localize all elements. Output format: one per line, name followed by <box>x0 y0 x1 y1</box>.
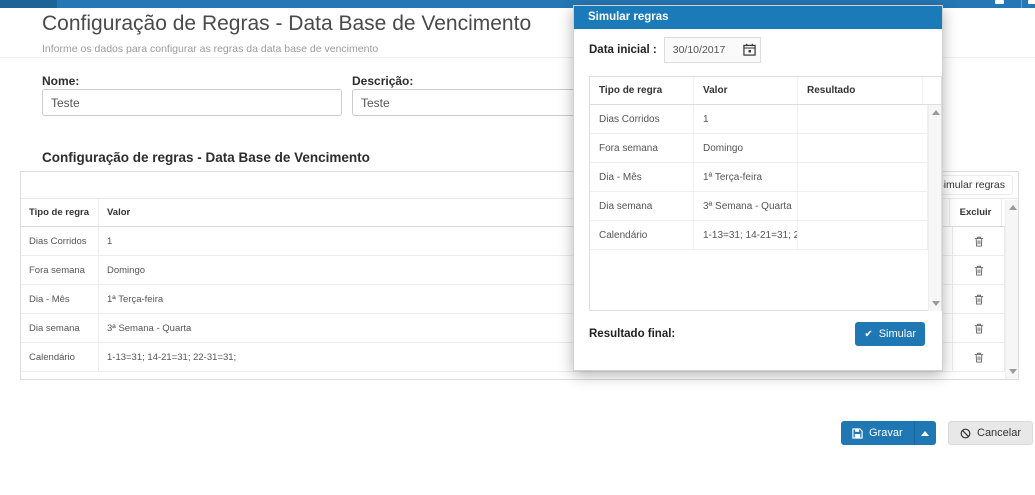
rule-value-cell: 1-13=31; 14-21=31; 22-... <box>694 221 798 249</box>
rule-type-cell: Dia semana <box>590 192 694 220</box>
rule-result-cell <box>798 105 928 133</box>
header-resultado: Resultado <box>798 77 923 104</box>
gravar-button-label: Gravar <box>869 427 903 439</box>
resultado-final-label: Resultado final: <box>589 328 675 340</box>
simular-button-label: Simular <box>879 328 916 340</box>
rule-type-cell: Calendário <box>590 221 694 249</box>
header-tipo-de-regra: Tipo de regra <box>21 199 99 226</box>
rule-type-cell: Dias Corridos <box>590 105 694 133</box>
header-tipo-de-regra: Tipo de regra <box>590 77 694 104</box>
date-field-row: Data inicial : <box>589 36 761 63</box>
navbar-user-icon[interactable] <box>995 0 1004 4</box>
simular-button[interactable]: ✔ Simular <box>855 322 925 346</box>
table-row: Dias Corridos 1 <box>590 105 928 134</box>
gravar-dropdown-toggle[interactable] <box>914 421 936 445</box>
simular-regras-modal: Simular regras Data inicial : Tipo de re… <box>573 5 943 371</box>
navbar-divider <box>1021 0 1022 8</box>
simulation-table-header: Tipo de regra Valor Resultado <box>590 77 941 105</box>
modal-table-scrollbar[interactable] <box>928 105 941 311</box>
page-title: Configuração de Regras - Data Base de Ve… <box>42 12 531 36</box>
rule-value-cell: 1 <box>694 105 798 133</box>
rule-type-cell: Fora semana <box>21 256 99 284</box>
trash-icon[interactable] <box>974 323 984 334</box>
rule-value-cell: Domingo <box>694 134 798 162</box>
table-row: Dia semana 3ª Semana - Quarta <box>590 192 928 221</box>
rule-type-cell: Dia - Mês <box>21 285 99 313</box>
trash-icon[interactable] <box>974 352 984 363</box>
rule-value-cell: 1ª Terça-feira <box>694 163 798 191</box>
navbar-power-icon[interactable] <box>1028 0 1035 4</box>
modal-footer: Resultado final: ✔ Simular <box>589 322 927 346</box>
nome-label: Nome: <box>42 74 79 88</box>
header-excluir: Excluir <box>950 199 1002 226</box>
rule-type-cell: Calendário <box>21 343 99 371</box>
data-inicial-label: Data inicial : <box>589 44 657 56</box>
date-input-wrap <box>664 37 761 63</box>
header-valor: Valor <box>694 77 798 104</box>
ban-icon <box>960 428 971 439</box>
cancelar-button[interactable]: Cancelar <box>948 421 1033 445</box>
rule-result-cell <box>798 192 928 220</box>
caret-up-icon <box>921 431 929 436</box>
nome-input[interactable] <box>42 89 342 116</box>
rule-value-cell: 3ª Semana - Quarta <box>694 192 798 220</box>
rule-result-cell <box>798 221 928 249</box>
simulation-table-body: Dias Corridos 1 Fora semana Domingo Dia … <box>590 105 941 311</box>
rules-section-heading: Configuração de regras - Data Base de Ve… <box>42 150 370 165</box>
scroll-down-icon[interactable] <box>1009 369 1017 374</box>
table-scrollbar[interactable] <box>1005 200 1018 379</box>
rule-result-cell <box>798 163 928 191</box>
navbar-logo <box>0 0 57 8</box>
page-subtitle: Informe os dados para configurar as regr… <box>42 43 378 55</box>
trash-icon[interactable] <box>974 265 984 276</box>
rule-type-cell: Dias Corridos <box>21 227 99 255</box>
modal-body: Data inicial : Tipo de regra Valor Resul… <box>574 29 942 370</box>
page: Configuração de Regras - Data Base de Ve… <box>0 0 1035 495</box>
rule-type-cell: Dia - Mês <box>590 163 694 191</box>
table-row: Fora semana Domingo <box>590 134 928 163</box>
simulation-table: Tipo de regra Valor Resultado Dias Corri… <box>589 76 942 311</box>
floppy-disk-icon <box>852 428 863 439</box>
scroll-up-icon[interactable] <box>932 110 940 115</box>
table-row: Dia - Mês 1ª Terça-feira <box>590 163 928 192</box>
rule-result-cell <box>798 134 928 162</box>
gravar-split-button: Gravar <box>841 421 936 445</box>
trash-icon[interactable] <box>974 236 984 247</box>
cancelar-button-label: Cancelar <box>977 427 1021 439</box>
simulate-rules-button-label: Simular regras <box>937 179 1005 191</box>
scroll-down-icon[interactable] <box>932 301 940 306</box>
rule-type-cell: Fora semana <box>590 134 694 162</box>
rule-type-cell: Dia semana <box>21 314 99 342</box>
calendar-icon[interactable] <box>743 43 756 56</box>
trash-icon[interactable] <box>974 294 984 305</box>
header-scroll-spacer <box>923 77 941 104</box>
modal-title: Simular regras <box>574 6 942 29</box>
gravar-button[interactable]: Gravar <box>841 421 914 445</box>
scroll-up-icon[interactable] <box>1009 205 1017 210</box>
table-row: Calendário 1-13=31; 14-21=31; 22-... <box>590 221 928 250</box>
descricao-label: Descrição: <box>352 74 413 88</box>
check-icon: ✔ <box>864 329 872 340</box>
